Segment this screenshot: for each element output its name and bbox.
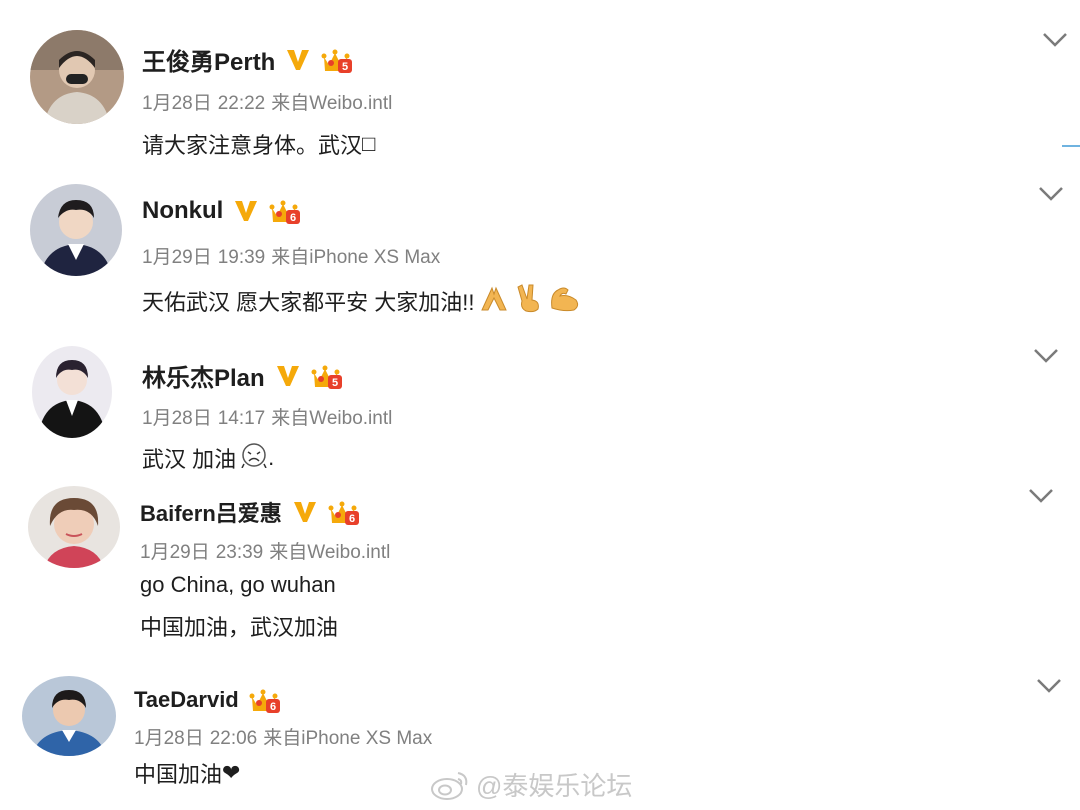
verified-v-icon: [285, 47, 311, 73]
weibo-logo-icon: [431, 771, 468, 800]
post-date[interactable]: 1月29日: [142, 247, 212, 268]
post-time[interactable]: 19:39: [218, 247, 266, 268]
post-text: 请大家注意身体。武汉 □: [142, 128, 375, 160]
avatar[interactable]: [30, 184, 122, 276]
chevron-down-icon[interactable]: [1033, 348, 1059, 364]
post-date[interactable]: 1月28日: [142, 93, 212, 114]
post-source[interactable]: iPhone XS Max: [301, 728, 432, 749]
post-source[interactable]: Weibo.intl: [309, 408, 392, 429]
post-text: 武汉 加油 .: [142, 442, 274, 474]
post-meta: 1月29日 23:39 来自Weibo.intl: [140, 537, 396, 564]
post-text: 中国加油 ❤: [134, 757, 240, 789]
source-prefix: 来自: [271, 247, 310, 268]
author-row: TaeDarvid 6: [134, 685, 281, 715]
post-meta: 1月28日 14:17 来自Weibo.intl: [142, 403, 398, 430]
source-prefix: 来自: [269, 542, 308, 563]
post-meta: 1月29日 19:39 来自iPhone XS Max: [142, 242, 446, 269]
victory-hand-emoji: [514, 283, 544, 319]
flexed-biceps-emoji: [548, 284, 582, 318]
svg-text:5: 5: [332, 377, 338, 389]
post-text-content: 天佑武汉 愿大家都平安 大家加油!!: [142, 290, 475, 315]
crying-face-emoji: [240, 442, 268, 474]
svg-text:6: 6: [290, 212, 296, 224]
post-time[interactable]: 14:17: [218, 408, 266, 429]
pray-emoji: [478, 284, 510, 318]
author-name[interactable]: TaeDarvid: [134, 687, 239, 713]
author-name[interactable]: 王俊勇Perth: [142, 42, 275, 77]
verified-v-icon: [233, 198, 259, 224]
post-meta: 1月28日 22:22 来自Weibo.intl: [142, 88, 398, 115]
chevron-down-icon[interactable]: [1038, 186, 1064, 202]
author-row: Nonkul 6: [142, 196, 301, 226]
truncated-char: □: [362, 131, 376, 156]
member-crown-icon: 5: [321, 45, 353, 75]
post-text-content: 中国加油: [134, 762, 223, 787]
post-source[interactable]: Weibo.intl: [307, 542, 390, 563]
source-prefix: 来自: [271, 93, 310, 114]
post-time[interactable]: 22:22: [218, 93, 266, 114]
chevron-down-icon[interactable]: [1036, 678, 1062, 694]
author-name[interactable]: Baifern吕爱惠: [140, 496, 282, 528]
author-name[interactable]: Nonkul: [142, 197, 223, 225]
member-crown-icon: 6: [249, 685, 281, 715]
avatar[interactable]: [30, 30, 124, 124]
author-row: 林乐杰Plan 5: [142, 358, 343, 393]
avatar[interactable]: [32, 346, 112, 438]
member-crown-icon: 5: [311, 361, 343, 391]
svg-text:5: 5: [342, 61, 348, 73]
svg-text:6: 6: [270, 701, 276, 713]
post-text-line2: 中国加油，武汉加油: [140, 610, 338, 642]
member-crown-icon: 6: [328, 497, 360, 527]
post-date[interactable]: 1月29日: [140, 542, 210, 563]
verified-v-icon: [275, 363, 301, 389]
post-time[interactable]: 22:06: [210, 728, 258, 749]
post-meta: 1月28日 22:06 来自iPhone XS Max: [134, 723, 438, 750]
post-date[interactable]: 1月28日: [142, 408, 212, 429]
source-prefix: 来自: [263, 728, 302, 749]
post-text-content: 请大家注意身体。武汉: [142, 133, 363, 158]
watermark: @泰娱乐论坛: [430, 766, 632, 803]
post-source[interactable]: Weibo.intl: [309, 93, 392, 114]
post-time[interactable]: 23:39: [216, 542, 264, 563]
chevron-down-icon[interactable]: [1042, 32, 1068, 48]
member-crown-icon: 6: [269, 196, 301, 226]
post-text-content: 武汉 加油: [142, 447, 237, 472]
avatar[interactable]: [28, 486, 120, 568]
svg-text:6: 6: [349, 513, 355, 525]
watermark-text: @泰娱乐论坛: [476, 771, 633, 801]
divider: [1062, 145, 1080, 147]
post-text: 天佑武汉 愿大家都平安 大家加油!!: [142, 283, 582, 319]
author-row: 王俊勇Perth 5: [142, 42, 353, 77]
avatar[interactable]: [22, 676, 116, 756]
post-source[interactable]: iPhone XS Max: [309, 247, 440, 268]
post-text-content: go China, go wuhan: [140, 572, 336, 597]
chevron-down-icon[interactable]: [1028, 488, 1054, 504]
post-text: go China, go wuhan: [140, 572, 336, 598]
heart-icon: ❤: [222, 760, 241, 785]
author-row: Baifern吕爱惠 6: [140, 496, 360, 528]
trailing-dot: .: [268, 445, 275, 470]
source-prefix: 来自: [271, 408, 310, 429]
author-name[interactable]: 林乐杰Plan: [142, 358, 265, 393]
post-date[interactable]: 1月28日: [134, 728, 204, 749]
post-text-content: 中国加油，武汉加油: [140, 615, 339, 640]
verified-v-icon: [292, 499, 318, 525]
